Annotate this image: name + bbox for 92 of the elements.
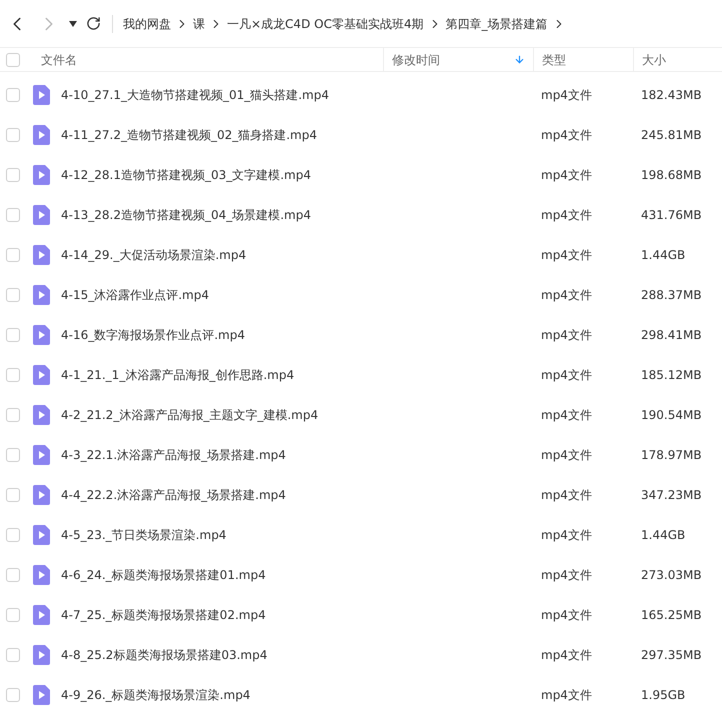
checkbox[interactable] [6, 328, 20, 342]
video-file-icon [33, 645, 50, 665]
file-size: 165.25MB [640, 607, 702, 624]
breadcrumb-link[interactable]: 课 [193, 14, 205, 32]
video-file-icon [33, 85, 50, 105]
column-header[interactable]: 修改时间 [392, 50, 440, 68]
file-type: mp4文件 [540, 407, 593, 424]
file-name: 4-6_24._标题类海报场景搭建01.mp4 [61, 567, 266, 584]
file-type: mp4文件 [540, 367, 593, 384]
file-size: 190.54MB [640, 407, 702, 424]
video-file-icon [33, 165, 50, 185]
file-name: 4-3_22.1.沐浴露产品海报_场景搭建.mp4 [61, 447, 286, 464]
file-size: 431.76MB [640, 207, 702, 224]
file-size: 1.95GB [640, 687, 686, 704]
file-size: 288.37MB [640, 287, 702, 304]
file-name: 4-13_28.2造物节搭建视频_04_场景建模.mp4 [61, 207, 311, 224]
file-type: mp4文件 [540, 647, 593, 664]
video-file-icon [33, 485, 50, 505]
file-name: 4-11_27.2_造物节搭建视频_02_猫身搭建.mp4 [61, 127, 317, 144]
file-type: mp4文件 [540, 167, 593, 184]
dropdown-icon[interactable] [69, 20, 77, 26]
file-type: mp4文件 [540, 567, 593, 584]
file-size: 1.44GB [640, 527, 686, 544]
file-name: 4-8_25.2标题类海报场景搭建03.mp4 [61, 647, 268, 664]
checkbox[interactable] [6, 168, 20, 182]
checkbox[interactable] [6, 208, 20, 222]
file-type: mp4文件 [540, 447, 593, 464]
file-name: 4-14_29._大促活动场景渲染.mp4 [61, 247, 246, 264]
file-size: 273.03MB [640, 567, 702, 584]
file-name: 4-7_25._标题类海报场景搭建02.mp4 [61, 607, 266, 624]
refresh-icon[interactable] [86, 16, 101, 31]
file-type: mp4文件 [540, 207, 593, 224]
checkbox[interactable] [6, 88, 20, 102]
file-name: 4-2_21.2_沐浴露产品海报_主题文字_建模.mp4 [61, 407, 318, 424]
video-file-icon [33, 525, 50, 545]
file-type: mp4文件 [540, 87, 593, 104]
checkbox[interactable] [6, 568, 20, 582]
checkbox[interactable] [6, 288, 20, 302]
file-type: mp4文件 [540, 487, 593, 504]
file-name: 4-10_27.1_大造物节搭建视频_01_猫头搭建.mp4 [61, 87, 329, 104]
video-file-icon [33, 325, 50, 345]
file-name: 4-5_23._节日类场景渲染.mp4 [61, 527, 226, 544]
file-name: 4-9_26._标题类海报场景渲染.mp4 [61, 687, 250, 704]
file-type: mp4文件 [540, 127, 593, 144]
video-file-icon [33, 125, 50, 145]
video-file-icon [33, 285, 50, 305]
file-size: 1.44GB [640, 247, 686, 264]
file-name: 4-1_21._1_沐浴露产品海报_创作思路.mp4 [61, 367, 294, 384]
file-name: 4-16_数字海报场景作业点评.mp4 [61, 327, 245, 344]
file-size: 182.43MB [640, 87, 702, 104]
column-header[interactable]: 文件名 [41, 50, 77, 68]
file-size: 347.23MB [640, 487, 702, 504]
file-size: 198.68MB [640, 167, 702, 184]
checkbox[interactable] [6, 408, 20, 422]
video-file-icon [33, 605, 50, 625]
checkbox[interactable] [6, 128, 20, 142]
column-header[interactable]: 大小 [642, 50, 666, 68]
video-file-icon [33, 685, 50, 705]
file-size: 178.97MB [640, 447, 702, 464]
checkbox[interactable] [6, 488, 20, 502]
breadcrumb-link[interactable]: 第四章_场景搭建篇 [446, 14, 548, 32]
video-file-icon [33, 205, 50, 225]
file-size: 297.35MB [640, 647, 702, 664]
checkbox[interactable] [6, 448, 20, 462]
file-name: 4-15_沐浴露作业点评.mp4 [61, 287, 209, 304]
file-size: 298.41MB [640, 327, 702, 344]
file-type: mp4文件 [540, 247, 593, 264]
video-file-icon [33, 565, 50, 585]
file-type: mp4文件 [540, 607, 593, 624]
video-file-icon [33, 245, 50, 265]
sort-arrow-icon[interactable] [514, 54, 525, 65]
file-type: mp4文件 [540, 327, 593, 344]
column-header[interactable]: 类型 [542, 50, 566, 68]
checkbox[interactable] [6, 248, 20, 262]
file-name: 4-4_22.2.沐浴露产品海报_场景搭建.mp4 [61, 487, 286, 504]
checkbox[interactable] [6, 648, 20, 662]
file-type: mp4文件 [540, 527, 593, 544]
video-file-icon [33, 445, 50, 465]
file-type: mp4文件 [540, 287, 593, 304]
checkbox[interactable] [6, 368, 20, 382]
file-name: 4-12_28.1造物节搭建视频_03_文字建模.mp4 [61, 167, 311, 184]
checkbox[interactable] [6, 608, 20, 622]
file-size: 185.12MB [640, 367, 702, 384]
checkbox[interactable] [6, 528, 20, 542]
checkbox[interactable] [6, 688, 20, 702]
breadcrumb-link[interactable]: 一凡×成龙C4D OC零基础实战班4期 [227, 14, 424, 32]
file-type: mp4文件 [540, 687, 593, 704]
checkbox[interactable] [6, 52, 20, 66]
file-size: 245.81MB [640, 127, 702, 144]
video-file-icon [33, 405, 50, 425]
breadcrumb-link[interactable]: 我的网盘 [123, 14, 171, 32]
video-file-icon [33, 365, 50, 385]
